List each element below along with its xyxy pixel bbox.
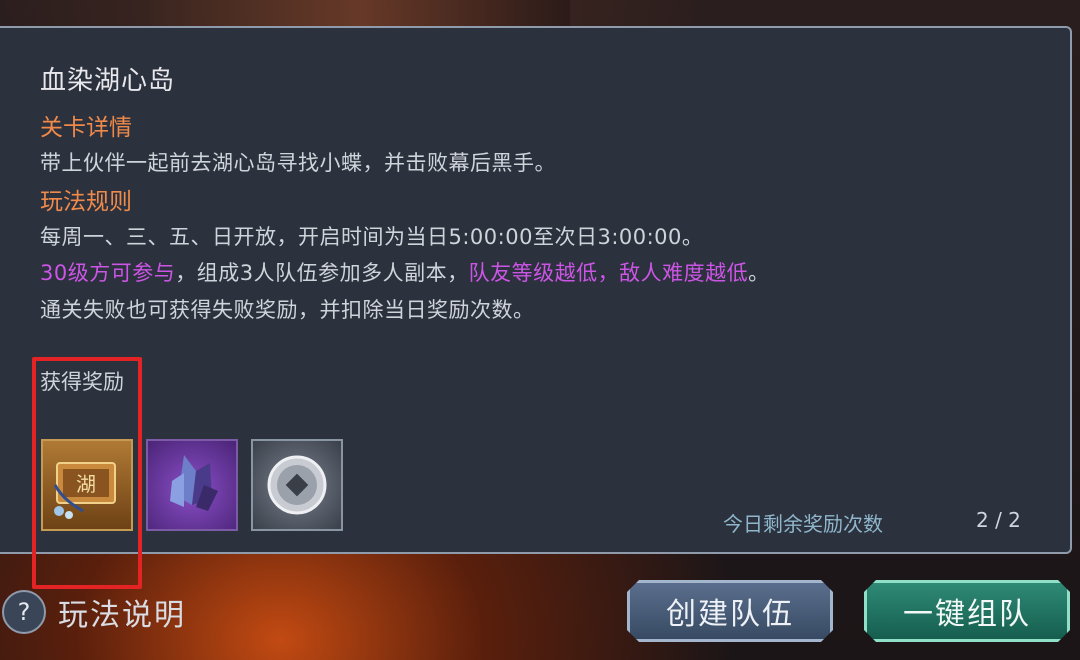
team-requirement: ，组成3人队伍参加多人副本，	[175, 261, 469, 285]
quick-team-button[interactable]: 一键组队	[864, 580, 1070, 642]
question-icon: ?	[17, 598, 31, 626]
rules-heading: 玩法规则	[40, 189, 132, 215]
remaining-rewards-count: 2 / 2	[976, 508, 1021, 532]
rules-line-failure: 通关失败也可获得失败奖励，并扣除当日奖励次数。	[40, 298, 535, 322]
rules-line-requirements: 30级方可参与，组成3人队伍参加多人副本，队友等级越低，敌人难度越低。	[40, 257, 770, 287]
stage-details-heading: 关卡详情	[40, 115, 132, 141]
sentence-end: 。	[748, 261, 770, 285]
difficulty-note: 队友等级越低，敌人难度越低	[468, 261, 749, 285]
help-button[interactable]: ?	[2, 590, 46, 634]
level-requirement: 30级方可参与	[40, 261, 176, 285]
reward-item-coin[interactable]	[251, 439, 343, 531]
remaining-rewards-label: 今日剩余奖励次数	[723, 512, 883, 536]
reward-item-crystal[interactable]	[146, 439, 238, 531]
annotation-highlight-box	[32, 357, 142, 589]
dungeon-title: 血染湖心岛	[40, 66, 176, 96]
stage-details-text: 带上伙伴一起前去湖心岛寻找小蝶，并击败幕后黑手。	[40, 151, 556, 175]
create-team-button[interactable]: 创建队伍	[627, 580, 833, 642]
help-label[interactable]: 玩法说明	[58, 590, 186, 634]
silver-coin-icon	[267, 455, 327, 515]
background-scene	[150, 0, 570, 26]
purple-crystal-icon	[170, 455, 218, 511]
rules-line-schedule: 每周一、三、五、日开放，开启时间为当日5:00:00至次日3:00:00。	[40, 225, 704, 249]
